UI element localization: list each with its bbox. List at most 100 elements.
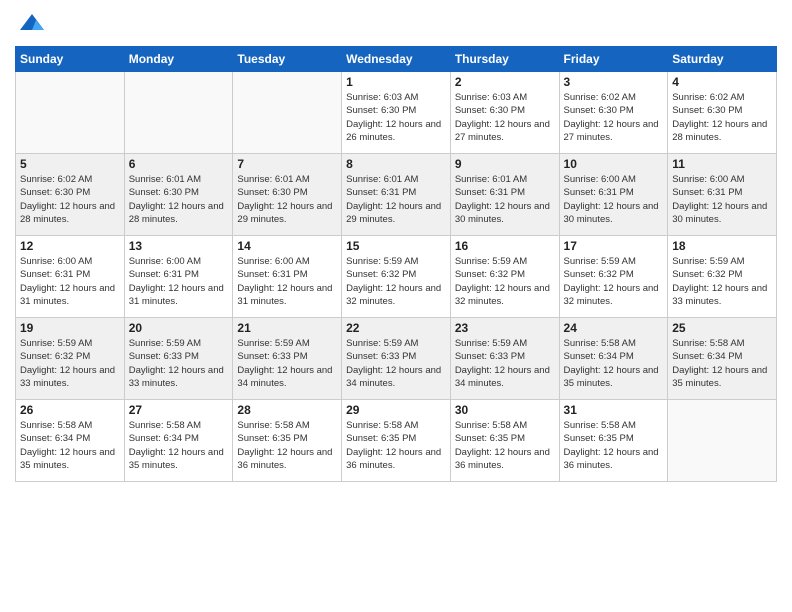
day-number: 16 (455, 239, 555, 253)
calendar-table: SundayMondayTuesdayWednesdayThursdayFrid… (15, 46, 777, 482)
calendar-cell: 6 Sunrise: 6:01 AMSunset: 6:30 PMDaylight… (124, 154, 233, 236)
calendar-cell: 11Sunrise: 6:00 AMSunset: 6:31 PMDayligh… (668, 154, 777, 236)
day-number: 12 (20, 239, 120, 253)
day-number: 5 (20, 157, 120, 171)
day-number: 30 (455, 403, 555, 417)
day-info: Sunrise: 6:01 AMSunset: 6:31 PMDaylight:… (346, 173, 446, 226)
logo (15, 10, 46, 38)
day-number: 13 (129, 239, 229, 253)
calendar-cell: 30 Sunrise: 5:58 AMSunset: 6:35 PMDayligh… (450, 400, 559, 482)
day-info: Sunrise: 6:03 AMSunset: 6:30 PMDaylight:… (346, 91, 446, 144)
day-info: Sunrise: 6:00 AMSunset: 6:31 PMDaylight:… (237, 255, 337, 308)
calendar-cell (233, 72, 342, 154)
calendar-cell: 2 Sunrise: 6:03 AMSunset: 6:30 PMDaylight… (450, 72, 559, 154)
calendar-cell: 21Sunrise: 5:59 AMSunset: 6:33 PMDayligh… (233, 318, 342, 400)
calendar-cell (668, 400, 777, 482)
calendar-cell: 25 Sunrise: 5:58 AMSunset: 6:34 PMDayligh… (668, 318, 777, 400)
calendar-cell: 29 Sunrise: 5:58 AMSunset: 6:35 PMDayligh… (342, 400, 451, 482)
calendar-cell: 26Sunrise: 5:58 AMSunset: 6:34 PMDayligh… (16, 400, 125, 482)
day-info: Sunrise: 6:01 AMSunset: 6:30 PMDaylight:… (237, 173, 337, 226)
calendar-cell: 22Sunrise: 5:59 AMSunset: 6:33 PMDayligh… (342, 318, 451, 400)
calendar-week-row: 5 Sunrise: 6:02 AMSunset: 6:30 PMDaylight… (16, 154, 777, 236)
header (15, 10, 777, 38)
calendar-cell: 28 Sunrise: 5:58 AMSunset: 6:35 PMDayligh… (233, 400, 342, 482)
calendar-cell: 24 Sunrise: 5:58 AMSunset: 6:34 PMDayligh… (559, 318, 668, 400)
calendar-cell: 17 Sunrise: 5:59 AMSunset: 6:32 PMDayligh… (559, 236, 668, 318)
day-number: 15 (346, 239, 446, 253)
day-number: 31 (564, 403, 664, 417)
calendar-day-header: Friday (559, 47, 668, 72)
calendar-day-header: Tuesday (233, 47, 342, 72)
calendar-cell: 23 Sunrise: 5:59 AMSunset: 6:33 PMDayligh… (450, 318, 559, 400)
day-info: Sunrise: 5:59 AMSunset: 6:32 PMDaylight:… (20, 337, 120, 390)
calendar-cell: 16Sunrise: 5:59 AMSunset: 6:32 PMDayligh… (450, 236, 559, 318)
calendar-day-header: Thursday (450, 47, 559, 72)
calendar-cell: 8 Sunrise: 6:01 AMSunset: 6:31 PMDaylight… (342, 154, 451, 236)
day-info: Sunrise: 5:59 AMSunset: 6:32 PMDaylight:… (564, 255, 664, 308)
day-number: 19 (20, 321, 120, 335)
day-number: 4 (672, 75, 772, 89)
day-info: Sunrise: 5:58 AMSunset: 6:34 PMDaylight:… (20, 419, 120, 472)
day-number: 10 (564, 157, 664, 171)
page: SundayMondayTuesdayWednesdayThursdayFrid… (0, 0, 792, 612)
day-number: 20 (129, 321, 229, 335)
day-info: Sunrise: 6:02 AMSunset: 6:30 PMDaylight:… (20, 173, 120, 226)
calendar-cell: 9 Sunrise: 6:01 AMSunset: 6:31 PMDaylight… (450, 154, 559, 236)
day-info: Sunrise: 5:58 AMSunset: 6:34 PMDaylight:… (129, 419, 229, 472)
day-number: 24 (564, 321, 664, 335)
day-info: Sunrise: 5:59 AMSunset: 6:32 PMDaylight:… (346, 255, 446, 308)
calendar-week-row: 19 Sunrise: 5:59 AMSunset: 6:32 PMDayligh… (16, 318, 777, 400)
day-info: Sunrise: 5:59 AMSunset: 6:32 PMDaylight:… (672, 255, 772, 308)
day-info: Sunrise: 5:58 AMSunset: 6:34 PMDaylight:… (672, 337, 772, 390)
calendar-week-row: 12 Sunrise: 6:00 AMSunset: 6:31 PMDayligh… (16, 236, 777, 318)
calendar-day-header: Saturday (668, 47, 777, 72)
day-info: Sunrise: 5:59 AMSunset: 6:33 PMDaylight:… (129, 337, 229, 390)
day-info: Sunrise: 5:58 AMSunset: 6:35 PMDaylight:… (346, 419, 446, 472)
calendar-day-header: Sunday (16, 47, 125, 72)
day-info: Sunrise: 6:00 AMSunset: 6:31 PMDaylight:… (129, 255, 229, 308)
day-number: 3 (564, 75, 664, 89)
day-info: Sunrise: 6:02 AMSunset: 6:30 PMDaylight:… (564, 91, 664, 144)
day-number: 18 (672, 239, 772, 253)
day-info: Sunrise: 6:00 AMSunset: 6:31 PMDaylight:… (564, 173, 664, 226)
calendar-cell (124, 72, 233, 154)
day-info: Sunrise: 5:59 AMSunset: 6:33 PMDaylight:… (455, 337, 555, 390)
day-number: 23 (455, 321, 555, 335)
calendar-cell: 31 Sunrise: 5:58 AMSunset: 6:35 PMDayligh… (559, 400, 668, 482)
day-info: Sunrise: 6:00 AMSunset: 6:31 PMDaylight:… (672, 173, 772, 226)
calendar-cell: 13 Sunrise: 6:00 AMSunset: 6:31 PMDayligh… (124, 236, 233, 318)
calendar-cell: 18 Sunrise: 5:59 AMSunset: 6:32 PMDayligh… (668, 236, 777, 318)
calendar-week-row: 1 Sunrise: 6:03 AMSunset: 6:30 PMDaylight… (16, 72, 777, 154)
day-info: Sunrise: 6:01 AMSunset: 6:30 PMDaylight:… (129, 173, 229, 226)
calendar-cell: 19 Sunrise: 5:59 AMSunset: 6:32 PMDayligh… (16, 318, 125, 400)
day-number: 28 (237, 403, 337, 417)
calendar-day-header: Wednesday (342, 47, 451, 72)
day-number: 9 (455, 157, 555, 171)
calendar-cell: 12Sunrise: 6:00 AMSunset: 6:31 PMDayligh… (16, 236, 125, 318)
calendar-cell: 5 Sunrise: 6:02 AMSunset: 6:30 PMDaylight… (16, 154, 125, 236)
day-number: 22 (346, 321, 446, 335)
calendar-week-row: 26Sunrise: 5:58 AMSunset: 6:34 PMDayligh… (16, 400, 777, 482)
day-info: Sunrise: 5:58 AMSunset: 6:35 PMDaylight:… (237, 419, 337, 472)
day-number: 1 (346, 75, 446, 89)
day-number: 2 (455, 75, 555, 89)
day-number: 29 (346, 403, 446, 417)
day-info: Sunrise: 6:01 AMSunset: 6:31 PMDaylight:… (455, 173, 555, 226)
day-number: 17 (564, 239, 664, 253)
calendar-cell: 7Sunrise: 6:01 AMSunset: 6:30 PMDaylight… (233, 154, 342, 236)
day-number: 6 (129, 157, 229, 171)
calendar-cell: 4 Sunrise: 6:02 AMSunset: 6:30 PMDaylight… (668, 72, 777, 154)
day-number: 21 (237, 321, 337, 335)
day-info: Sunrise: 5:58 AMSunset: 6:35 PMDaylight:… (564, 419, 664, 472)
calendar-day-header: Monday (124, 47, 233, 72)
day-number: 8 (346, 157, 446, 171)
calendar-cell: 20 Sunrise: 5:59 AMSunset: 6:33 PMDayligh… (124, 318, 233, 400)
day-info: Sunrise: 6:03 AMSunset: 6:30 PMDaylight:… (455, 91, 555, 144)
day-number: 27 (129, 403, 229, 417)
day-info: Sunrise: 5:58 AMSunset: 6:34 PMDaylight:… (564, 337, 664, 390)
day-info: Sunrise: 6:02 AMSunset: 6:30 PMDaylight:… (672, 91, 772, 144)
day-number: 25 (672, 321, 772, 335)
day-info: Sunrise: 5:58 AMSunset: 6:35 PMDaylight:… (455, 419, 555, 472)
calendar-cell: 27 Sunrise: 5:58 AMSunset: 6:34 PMDayligh… (124, 400, 233, 482)
calendar-cell: 14Sunrise: 6:00 AMSunset: 6:31 PMDayligh… (233, 236, 342, 318)
